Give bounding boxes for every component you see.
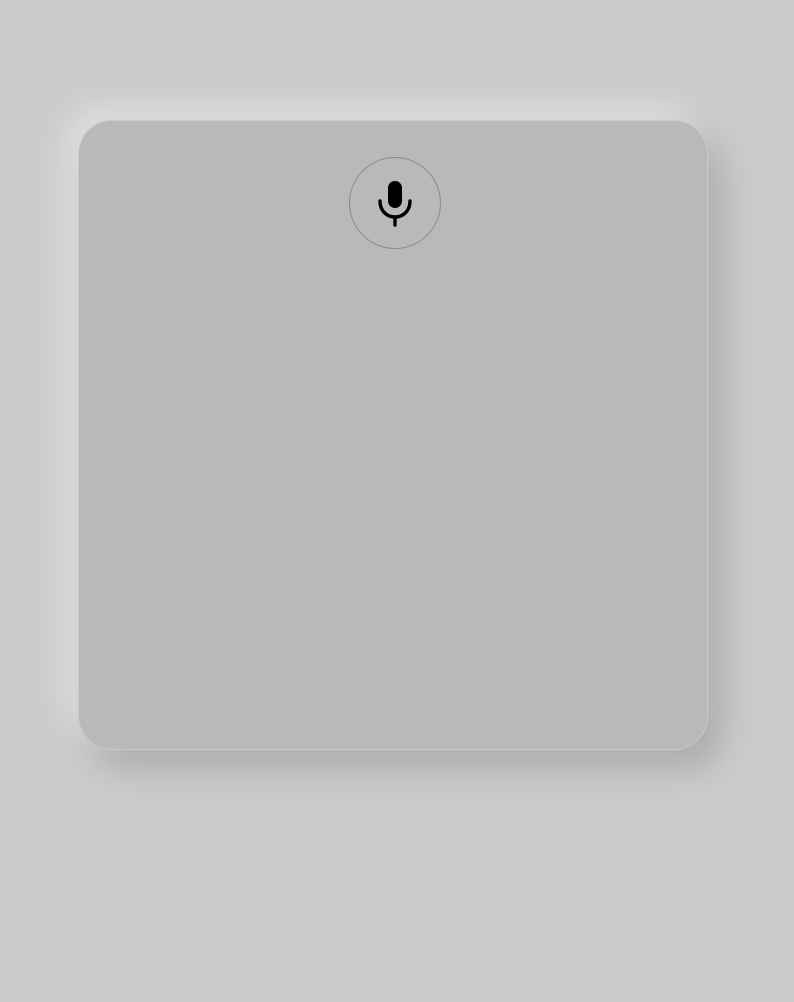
microphone-button[interactable] xyxy=(349,157,441,249)
voice-panel xyxy=(78,120,708,750)
microphone-icon xyxy=(378,181,412,227)
page-background xyxy=(0,0,794,1002)
